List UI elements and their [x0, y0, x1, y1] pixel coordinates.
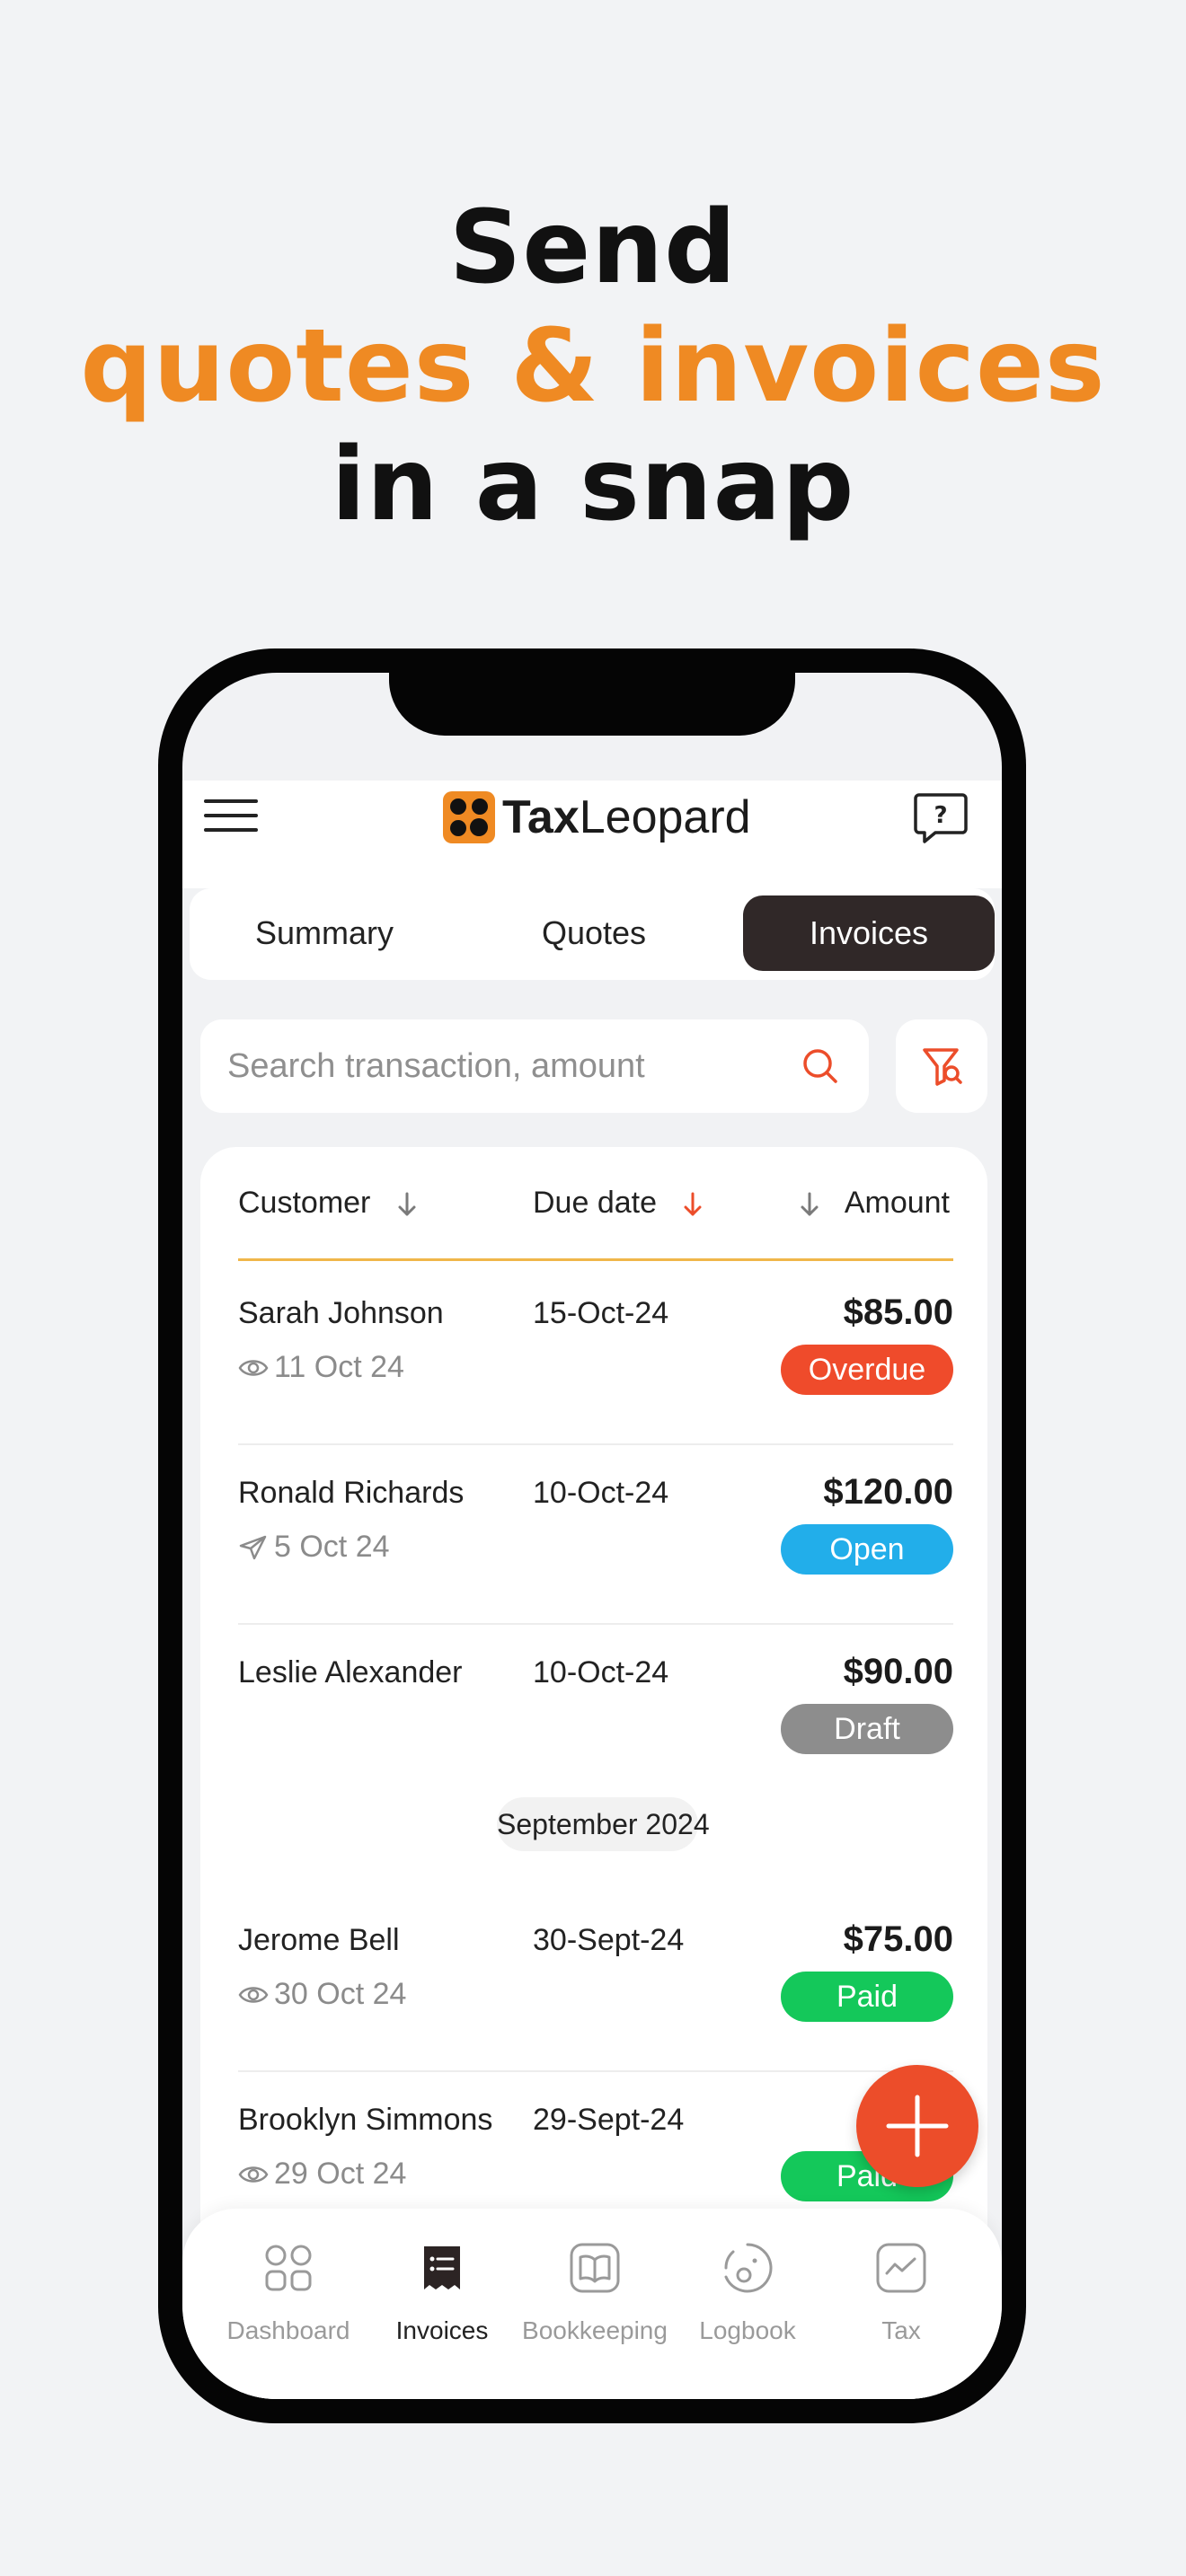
- receipt-icon: [424, 2246, 460, 2289]
- customer-name: Sarah Johnson: [238, 1296, 444, 1330]
- eye-icon: [238, 2166, 269, 2183]
- invoice-amount: $85.00: [843, 1292, 953, 1332]
- due-date: 15-Oct-24: [533, 1296, 669, 1330]
- segmented-tabs: Summary Quotes Invoices: [190, 888, 995, 980]
- leopard-logo-icon: [443, 791, 495, 843]
- nav-label: Invoices: [395, 2316, 489, 2344]
- nav-label: Dashboard: [226, 2316, 350, 2344]
- filter-button[interactable]: [896, 1019, 987, 1113]
- invoice-row[interactable]: Ronald Richards 10-Oct-24 $120.00 5 Oct …: [238, 1443, 953, 1623]
- sort-amount[interactable]: Amount: [800, 1147, 950, 1258]
- odometer-icon: [724, 2243, 773, 2293]
- due-date: 10-Oct-24: [533, 1476, 669, 1510]
- tab-invoices[interactable]: Invoices: [743, 895, 995, 971]
- arrow-down-icon: [398, 1192, 416, 1216]
- invoice-amount: $90.00: [843, 1652, 953, 1691]
- month-divider: September 2024: [497, 1797, 710, 1851]
- eye-icon: [238, 1359, 269, 1376]
- invoice-row[interactable]: Jerome Bell 30-Sept-24 $75.00 30 Oct 24 …: [238, 1891, 953, 2070]
- nav-label: Logbook: [699, 2316, 796, 2344]
- customer-name: Jerome Bell: [238, 1923, 400, 1957]
- hamburger-menu-icon[interactable]: [204, 799, 258, 832]
- customer-name: Leslie Alexander: [238, 1655, 463, 1689]
- due-date: 29-Sept-24: [533, 2103, 685, 2137]
- headline-line-3: in a snap: [331, 427, 855, 543]
- nav-dashboard[interactable]: Dashboard: [212, 2209, 365, 2399]
- invoice-amount: $75.00: [843, 1919, 953, 1959]
- phone-notch: [389, 673, 795, 736]
- nav-bookkeeping[interactable]: Bookkeeping: [518, 2209, 671, 2399]
- book-icon: [570, 2243, 620, 2293]
- header-divider: [238, 1258, 953, 1261]
- app-logo-text: TaxLeopard: [502, 791, 751, 843]
- search-box: [200, 1019, 869, 1113]
- invoice-row[interactable]: Leslie Alexander 10-Oct-24 $90.00 Draft: [238, 1623, 953, 1803]
- arrow-down-icon: [801, 1192, 819, 1216]
- phone-screen: TaxLeopard ? Summary Quotes Invoices Sea…: [182, 673, 1002, 2399]
- invoice-amount: $120.00: [823, 1472, 953, 1512]
- help-chat-icon[interactable]: ?: [912, 790, 969, 847]
- bottom-navigation: Dashboard Invoices Bookkeeping Logbook T…: [182, 2209, 1002, 2399]
- due-date: 30-Sept-24: [533, 1923, 685, 1957]
- search-icon[interactable]: [801, 1046, 840, 1086]
- phone-frame: TaxLeopard ? Summary Quotes Invoices Sea…: [158, 648, 1026, 2423]
- status-badge: Open: [781, 1524, 953, 1575]
- customer-name: Brooklyn Simmons: [238, 2103, 493, 2137]
- headline: Send quotes & invoices in a snap: [0, 189, 1186, 544]
- headline-line-2: quotes & invoices: [80, 308, 1106, 425]
- headline-line-1: Send: [448, 190, 738, 306]
- sort-due-date[interactable]: Due date: [533, 1147, 703, 1258]
- add-invoice-button[interactable]: [856, 2065, 978, 2187]
- chart-icon: [876, 2243, 926, 2293]
- arrow-down-active-icon: [684, 1192, 702, 1216]
- invoice-row[interactable]: Sarah Johnson 15-Oct-24 $85.00 11 Oct 24…: [238, 1264, 953, 1443]
- nav-label: Tax: [881, 2316, 921, 2344]
- viewed-date: 30 Oct 24: [238, 1977, 406, 2012]
- nav-invoices[interactable]: Invoices: [366, 2209, 518, 2399]
- sent-date: 5 Oct 24: [238, 1530, 390, 1565]
- plus-icon: [886, 2095, 949, 2157]
- status-badge: Draft: [781, 1704, 953, 1754]
- filter-search-icon: [923, 1048, 962, 1086]
- header-customer: Customer: [238, 1186, 371, 1220]
- nav-tax[interactable]: Tax: [825, 2209, 978, 2399]
- svg-text:?: ?: [934, 802, 947, 829]
- status-badge: Overdue: [781, 1345, 953, 1395]
- sort-customer[interactable]: Customer: [238, 1147, 417, 1258]
- header-due-date: Due date: [533, 1186, 657, 1220]
- send-icon: [239, 1535, 267, 1559]
- viewed-date: 29 Oct 24: [238, 2157, 406, 2192]
- customer-name: Ronald Richards: [238, 1476, 465, 1510]
- viewed-date: 11 Oct 24: [238, 1350, 404, 1385]
- eye-icon: [238, 1986, 269, 2003]
- tab-summary[interactable]: Summary: [190, 895, 459, 971]
- status-badge: Paid: [781, 1972, 953, 2022]
- tab-quotes[interactable]: Quotes: [459, 895, 729, 971]
- app-logo: TaxLeopard: [443, 790, 751, 844]
- due-date: 10-Oct-24: [533, 1655, 669, 1689]
- grid-icon: [265, 2245, 312, 2291]
- search-input[interactable]: [227, 1019, 802, 1113]
- nav-logbook[interactable]: Logbook: [671, 2209, 824, 2399]
- nav-label: Bookkeeping: [522, 2316, 668, 2344]
- header-amount: Amount: [844, 1186, 950, 1220]
